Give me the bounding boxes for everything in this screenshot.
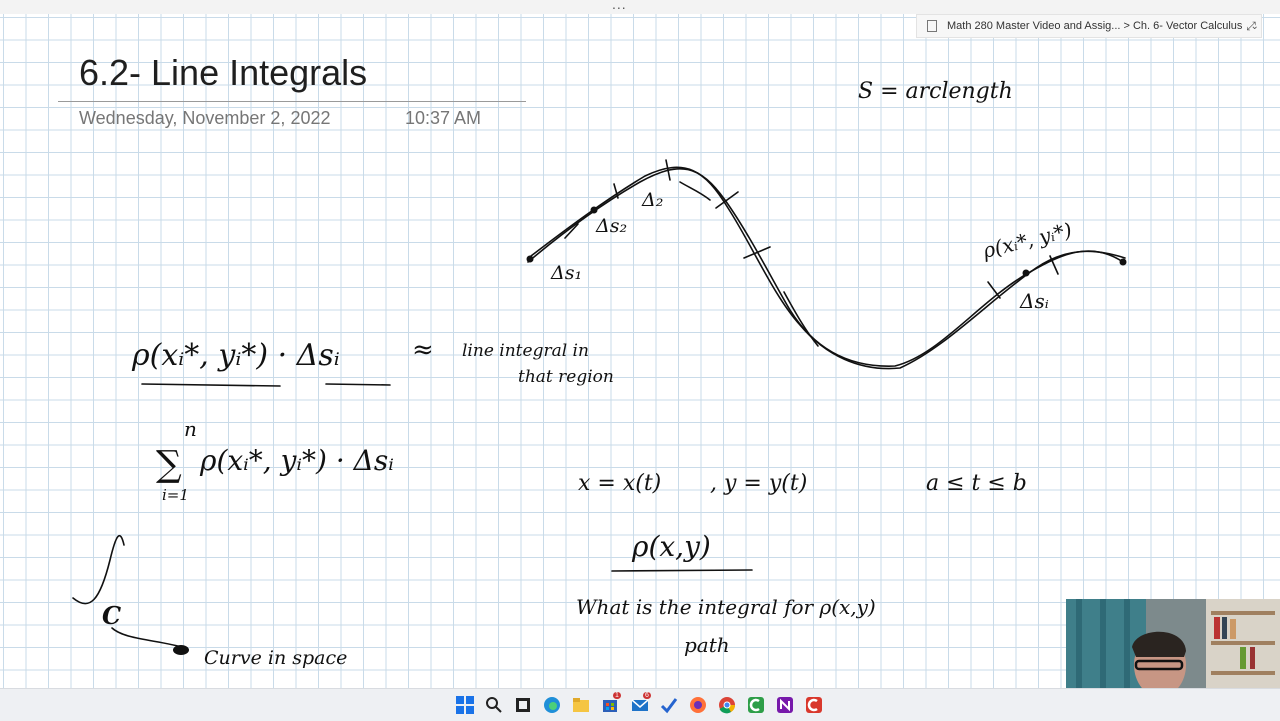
- curve-end-dot: [1119, 258, 1127, 266]
- curve-arrow: [111, 627, 186, 649]
- ink-layer: S = arclength Δs₁ Δs₂ Δ₂ Δsᵢ ρ(xᵢ*, yᵢ*)…: [72, 79, 1127, 669]
- store-badge: 1: [613, 692, 621, 699]
- underline-density: [611, 569, 753, 572]
- line-integral-note: line integral in: [462, 341, 589, 361]
- curve-path: [527, 168, 1124, 367]
- camtasia-recorder-icon[interactable]: [805, 696, 823, 714]
- param-y: , y = y(t): [710, 471, 807, 496]
- sum-body: ρ(xᵢ*, yᵢ*) · Δsᵢ: [199, 444, 394, 477]
- curve-squiggle: [679, 181, 711, 201]
- param-range: a ≤ t ≤ b: [926, 471, 1027, 496]
- delta-s2: Δs₂: [595, 215, 627, 237]
- path-text: path: [684, 633, 730, 657]
- camtasia-icon[interactable]: [747, 696, 765, 714]
- curve-in-space-note: Curve in space: [204, 647, 347, 669]
- sum-upper: n: [184, 417, 197, 441]
- curve-c-label: C: [102, 601, 121, 630]
- point-dot: [590, 206, 598, 214]
- windows-start-icon[interactable]: [456, 696, 474, 714]
- file-explorer-icon[interactable]: [572, 696, 590, 714]
- curve-path-trace: [530, 166, 1126, 370]
- todo-icon[interactable]: [660, 696, 678, 714]
- delta-s1: Δs₁: [550, 262, 582, 284]
- task-view-icon[interactable]: [514, 696, 532, 714]
- onenote-icon[interactable]: [776, 696, 794, 714]
- that-region-note: that region: [518, 367, 614, 387]
- approx-symbol: ≈: [412, 335, 434, 365]
- sum-lower: i=1: [162, 486, 189, 504]
- curve-tick: [987, 281, 1001, 299]
- delta-si: Δsᵢ: [1019, 289, 1049, 313]
- taskbar: 1 6: [0, 688, 1280, 721]
- sum-symbol: ∑: [156, 444, 182, 485]
- curve-tick: [743, 246, 771, 259]
- underline-delta: [325, 383, 391, 386]
- underline-rho: [141, 383, 281, 387]
- param-x: x = x(t): [578, 471, 661, 496]
- space-curve: [72, 534, 125, 605]
- curve-start-dot: [526, 255, 534, 263]
- arclength-note: S = arclength: [858, 79, 1013, 104]
- question-text: What is the integral for ρ(x,y): [576, 595, 876, 619]
- product-expression: ρ(xᵢ*, yᵢ*) · Δsᵢ: [131, 338, 340, 373]
- point-dot: [1022, 269, 1030, 277]
- arrow-head-blob: [173, 645, 189, 655]
- search-icon[interactable]: [485, 696, 503, 714]
- chrome-icon[interactable]: [718, 696, 736, 714]
- firefox-icon[interactable]: [689, 696, 707, 714]
- edge-icon[interactable]: [543, 696, 561, 714]
- mail-badge: 6: [643, 692, 651, 699]
- delta-2: Δ₂: [641, 189, 663, 211]
- density-function: ρ(x,y): [631, 530, 711, 563]
